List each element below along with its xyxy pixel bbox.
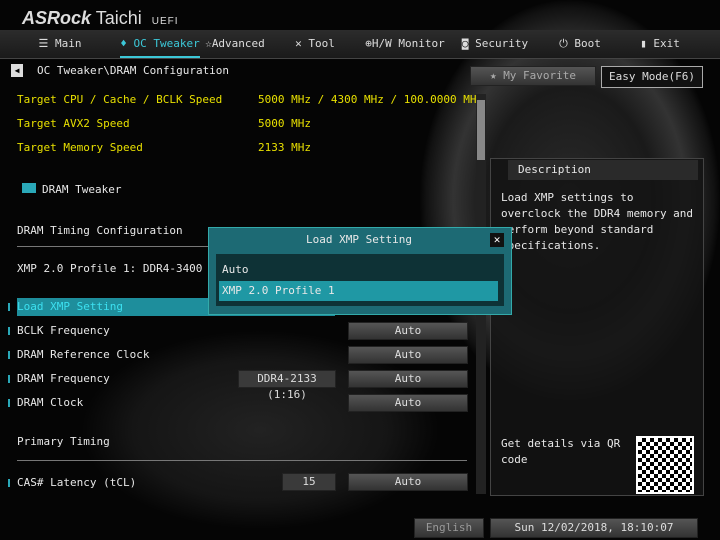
tab-tool[interactable]: ✕ Tool xyxy=(270,30,360,58)
dram-clock-select[interactable]: Auto xyxy=(348,394,468,412)
qr-code xyxy=(636,436,694,494)
setting-label: Load XMP Setting xyxy=(17,300,123,313)
section-heading: DRAM Timing Configuration xyxy=(17,224,183,237)
tool-icon: ✕ xyxy=(295,37,302,50)
info-value: 5000 MHz xyxy=(258,117,311,130)
dram-tweaker-icon xyxy=(22,183,36,193)
setting-label: BCLK Frequency xyxy=(17,324,110,337)
language-button[interactable]: English xyxy=(414,518,484,538)
bclk-frequency-select[interactable]: Auto xyxy=(348,322,468,340)
tab-main[interactable]: ☰ Main xyxy=(0,30,120,58)
info-value: 2133 MHz xyxy=(258,141,311,154)
description-text: Load XMP settings to overclock the DDR4 … xyxy=(501,191,694,252)
row-marker xyxy=(8,375,10,383)
datetime: Sun 12/02/2018, 18:10:07 xyxy=(490,518,698,538)
tab-hw-monitor[interactable]: ⊕H/W Monitor xyxy=(360,30,450,58)
monitor-icon: ⊕ xyxy=(365,37,372,50)
back-button[interactable]: ◀ xyxy=(11,64,23,77)
option-xmp-profile-1[interactable]: XMP 2.0 Profile 1 xyxy=(219,281,498,301)
dialog-title: Load XMP Setting xyxy=(306,233,412,246)
tab-exit[interactable]: ▮ Exit xyxy=(620,30,700,58)
list-icon: ☰ xyxy=(38,37,49,50)
logo: ASRock Taichi UEFI xyxy=(22,8,179,28)
easy-mode-button[interactable]: Easy Mode(F6) xyxy=(601,66,703,88)
row-marker xyxy=(8,399,10,407)
breadcrumb: OC Tweaker\DRAM Configuration xyxy=(37,64,230,77)
scrollbar-thumb[interactable] xyxy=(477,100,485,160)
row-marker xyxy=(8,327,10,335)
star-icon: ★ xyxy=(489,69,497,82)
info-label: Target AVX2 Speed xyxy=(17,117,130,130)
setting-label: CAS# Latency (tCL) xyxy=(17,476,137,489)
close-icon[interactable]: ✕ xyxy=(490,233,504,247)
flame-icon: ♦ xyxy=(120,37,127,50)
row-marker xyxy=(8,479,10,487)
description-title: Description xyxy=(508,160,698,180)
info-label: Target Memory Speed xyxy=(17,141,143,154)
setting-label: DRAM Reference Clock xyxy=(17,348,150,361)
power-icon: ⏻ xyxy=(559,37,568,50)
row-marker xyxy=(8,303,10,311)
info-label: Target CPU / Cache / BCLK Speed xyxy=(17,93,223,106)
option-auto[interactable]: Auto xyxy=(222,263,249,276)
cas-latency-readout: 15 xyxy=(282,473,336,491)
tab-security[interactable]: ◙ Security xyxy=(450,30,540,58)
setting-label: DRAM Clock xyxy=(17,396,84,409)
tab-boot[interactable]: ⏻ Boot xyxy=(540,30,620,58)
cas-latency-select[interactable]: Auto xyxy=(348,473,468,491)
star-icon: ☆ xyxy=(205,37,212,50)
dram-frequency-readout: DDR4-2133 (1:16) xyxy=(238,370,336,401)
setting-label: DRAM Frequency xyxy=(17,372,110,385)
section-heading: Primary Timing xyxy=(17,435,110,448)
tab-advanced[interactable]: ☆Advanced xyxy=(200,30,270,58)
qr-caption: Get details via QR code xyxy=(501,437,621,466)
dram-reference-clock-select[interactable]: Auto xyxy=(348,346,468,364)
info-value: 5000 MHz / 4300 MHz / 100.0000 MHz xyxy=(258,93,484,106)
shield-icon: ◙ xyxy=(461,37,469,50)
tab-oc-tweaker[interactable]: ♦ OC Tweaker xyxy=(120,30,200,58)
row-marker xyxy=(8,351,10,359)
main-nav: ☰ Main ♦ OC Tweaker ☆Advanced ✕ Tool ⊕H/… xyxy=(0,30,720,59)
my-favorite-button[interactable]: ★ My Favorite xyxy=(470,66,596,86)
divider xyxy=(17,460,467,461)
door-icon: ▮ xyxy=(640,37,647,50)
dram-tweaker-link[interactable]: DRAM Tweaker xyxy=(42,183,121,196)
dram-frequency-select[interactable]: Auto xyxy=(348,370,468,388)
